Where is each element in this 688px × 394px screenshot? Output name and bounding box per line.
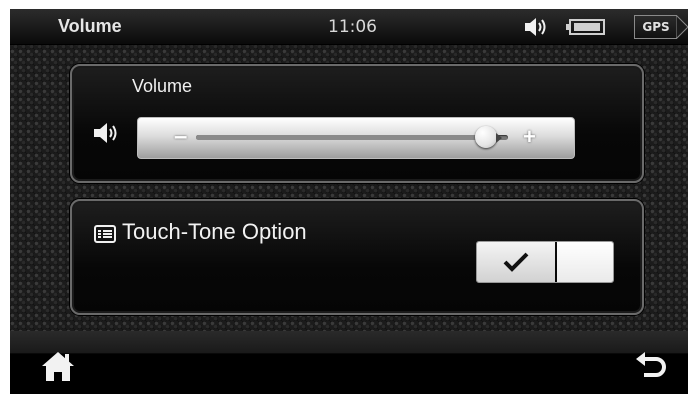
volume-panel: Volume – + [70, 64, 644, 183]
bottom-bar [10, 331, 688, 394]
touch-tone-toggle[interactable] [476, 241, 614, 283]
toggle-off-segment[interactable] [557, 242, 613, 282]
speaker-icon [94, 123, 117, 143]
touch-tone-panel: Touch-Tone Option [70, 199, 644, 315]
back-arrow-icon[interactable] [634, 349, 668, 383]
touch-tone-label: Touch-Tone Option [122, 219, 307, 244]
gps-arrow-icon [676, 15, 688, 39]
checkmark-icon [503, 252, 529, 272]
clock: 11:06 [328, 17, 377, 37]
volume-increase-button[interactable]: + [523, 124, 536, 150]
battery-icon [566, 19, 605, 35]
device-screen: Volume 11:06 GPS Volume – + Touch-Tone O… [10, 9, 688, 394]
list-icon [94, 225, 116, 243]
speaker-icon[interactable] [524, 17, 550, 37]
volume-label: Volume [132, 76, 193, 96]
slider-fill [196, 135, 487, 140]
page-title: Volume [58, 16, 122, 36]
gps-button[interactable]: GPS [634, 15, 677, 39]
volume-decrease-button[interactable]: – [174, 123, 187, 151]
toggle-on-segment[interactable] [477, 242, 555, 282]
status-bar: Volume 11:06 GPS [10, 9, 688, 45]
home-icon[interactable] [40, 349, 76, 383]
slider-track[interactable] [196, 135, 508, 140]
volume-slider[interactable]: – + [137, 117, 575, 159]
slider-pointer [496, 133, 503, 143]
slider-knob[interactable] [475, 126, 498, 148]
